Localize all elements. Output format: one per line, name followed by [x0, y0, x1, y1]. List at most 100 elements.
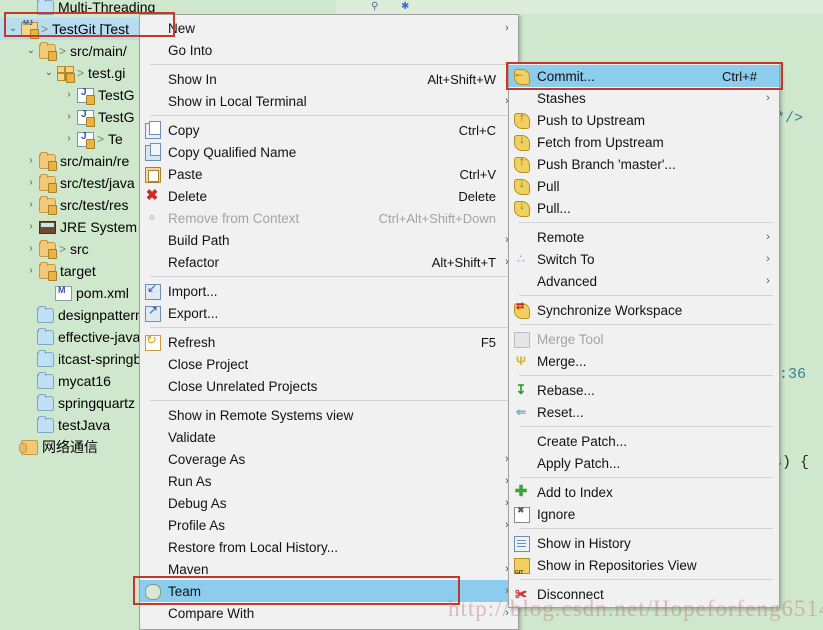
twisty-icon[interactable]: › [62, 84, 76, 106]
menu-separator [150, 327, 512, 328]
twisty-icon[interactable]: › [24, 238, 38, 260]
java-file-icon [76, 87, 95, 105]
menu-item[interactable]: Export... [140, 302, 518, 324]
menu-item[interactable]: Fetch from Upstream [509, 131, 779, 153]
menu-item[interactable]: Show In Alt+Shift+W › [140, 68, 518, 90]
tree-item-label: src/main/ [70, 43, 127, 59]
tree-item-label: src/main/re [60, 153, 130, 169]
menu-item[interactable]: ⇐ Reset... [509, 401, 779, 423]
menu-item[interactable]: Apply Patch... [509, 452, 779, 474]
menu-item[interactable]: Synchronize Workspace [509, 299, 779, 321]
menu-item[interactable]: Close Project [140, 353, 518, 375]
rem-icon: ⚬ [146, 210, 158, 225]
menu-item-icon-spacer [140, 70, 166, 88]
menu-separator [519, 426, 773, 427]
paste-icon [140, 165, 166, 183]
menu-item[interactable]: Create Patch... [509, 430, 779, 452]
menu-item-icon-spacer [509, 272, 535, 290]
menu-item-label: Pull... [537, 200, 571, 216]
menu-item-shortcut: Ctrl+# [721, 68, 757, 84]
twisty-icon[interactable]: ⌄ [42, 62, 56, 84]
menu-item[interactable]: Pull [509, 175, 779, 197]
menu-item[interactable]: New › [140, 17, 518, 39]
twisty-icon[interactable]: › [24, 150, 38, 172]
source-folder-icon [38, 152, 57, 171]
exp-icon [140, 303, 166, 322]
menu-item[interactable]: Advanced › [509, 270, 779, 292]
menu-item-label: Remove from Context [168, 210, 300, 226]
menu-item[interactable]: ∴ Switch To › [509, 248, 779, 270]
tree-item-label: TestG [98, 109, 135, 125]
twisty-icon[interactable]: ⌄ [24, 40, 38, 62]
menu-item[interactable]: Show in Repositories View [509, 554, 779, 576]
asterisk-icon[interactable]: ✱ [401, 0, 409, 14]
twisty-icon[interactable]: › [24, 260, 38, 282]
menu-item[interactable]: Copy Qualified Name [140, 141, 518, 163]
menu-item[interactable]: Run As › [140, 470, 518, 492]
git-decoration-icon [30, 29, 39, 39]
menu-item[interactable]: Restore from Local History... [140, 536, 518, 558]
twisty-icon[interactable]: › [62, 106, 76, 128]
project-context-menu[interactable]: New › Go Into Show In Alt+Shift+W › Show in Lo… [139, 14, 519, 630]
menu-item[interactable]: Close Unrelated Projects [140, 375, 518, 397]
menu-item[interactable]: Build Path › [140, 229, 518, 251]
team-submenu[interactable]: Commit... Ctrl+# Stashes › Push to Upstream F… [508, 62, 780, 608]
menu-item-label: Stashes [537, 90, 586, 106]
java-file-icon [76, 109, 95, 127]
menu-item-icon-spacer [140, 494, 166, 512]
menu-item[interactable]: Copy Ctrl+C [140, 119, 518, 141]
menu-item[interactable]: Remote › [509, 226, 779, 248]
menu-item-label: Build Path [168, 232, 230, 248]
menu-item[interactable]: ✖ Delete Delete [140, 185, 518, 207]
menu-item[interactable]: Stashes › [509, 87, 779, 109]
folder-icon [38, 240, 57, 259]
menu-item[interactable]: Refactor Alt+Shift+T › [140, 251, 518, 273]
menu-item[interactable]: Import... [140, 280, 518, 302]
menu-item-shortcut: Ctrl+C [458, 122, 496, 138]
menu-item-label: Pull [537, 178, 560, 194]
menu-item[interactable]: Profile As › [140, 514, 518, 536]
menu-item-label: Show In [168, 71, 217, 87]
menu-item[interactable]: Ψ Merge... [509, 350, 779, 372]
menu-item-label: Remote [537, 229, 585, 245]
java-project-icon [20, 20, 39, 39]
menu-item[interactable]: Refresh F5 [140, 331, 518, 353]
submenu-chevron-icon: › [766, 231, 770, 243]
menu-item[interactable]: Go Into [140, 39, 518, 61]
menu-item-shortcut: Alt+Shift+W [427, 71, 496, 87]
menu-item[interactable]: Show in Local Terminal › [140, 90, 518, 112]
twisty-icon[interactable]: › [24, 216, 38, 238]
menu-item-icon-spacer [140, 538, 166, 556]
search-icon[interactable]: ⚲ [371, 0, 378, 14]
menu-item[interactable]: Ignore [509, 503, 779, 525]
folder-blue-icon [36, 416, 54, 433]
menu-item[interactable]: Commit... Ctrl+# [509, 65, 779, 87]
tree-item-label: Te [108, 131, 123, 147]
menu-item[interactable]: Debug As › [140, 492, 518, 514]
menu-item[interactable]: Push Branch 'master'... [509, 153, 779, 175]
menu-item[interactable]: Paste Ctrl+V [140, 163, 518, 185]
menu-item-icon-spacer [140, 253, 166, 271]
tree-item-label: 网络通信 [42, 439, 98, 455]
twisty-icon[interactable]: ⌄ [6, 18, 20, 40]
menu-item[interactable]: Push to Upstream [509, 109, 779, 131]
tree-item-label: designpattern [58, 307, 143, 323]
twisty-icon[interactable]: › [24, 194, 38, 216]
menu-item[interactable]: Show in History [509, 532, 779, 554]
menu-item[interactable]: Coverage As › [140, 448, 518, 470]
menu-item-label: Close Unrelated Projects [168, 378, 318, 394]
git-decoration-icon [48, 161, 57, 171]
menu-item[interactable]: Show in Remote Systems view [140, 404, 518, 426]
twisty-icon[interactable]: › [62, 128, 76, 150]
menu-item[interactable]: ↧ Rebase... [509, 379, 779, 401]
maven-pom-icon [54, 285, 72, 301]
menu-item[interactable]: Maven › [140, 558, 518, 580]
twisty-icon[interactable]: › [24, 172, 38, 194]
menu-item-icon-spacer [140, 604, 166, 622]
menu-item[interactable]: Pull... [509, 197, 779, 219]
menu-item[interactable]: Validate [140, 426, 518, 448]
menu-item: Merge Tool [509, 328, 779, 350]
menu-item[interactable]: ✚ Add to Index [509, 481, 779, 503]
menu-item-label: Reset... [537, 404, 584, 420]
menu-item-label: Restore from Local History... [168, 539, 339, 555]
